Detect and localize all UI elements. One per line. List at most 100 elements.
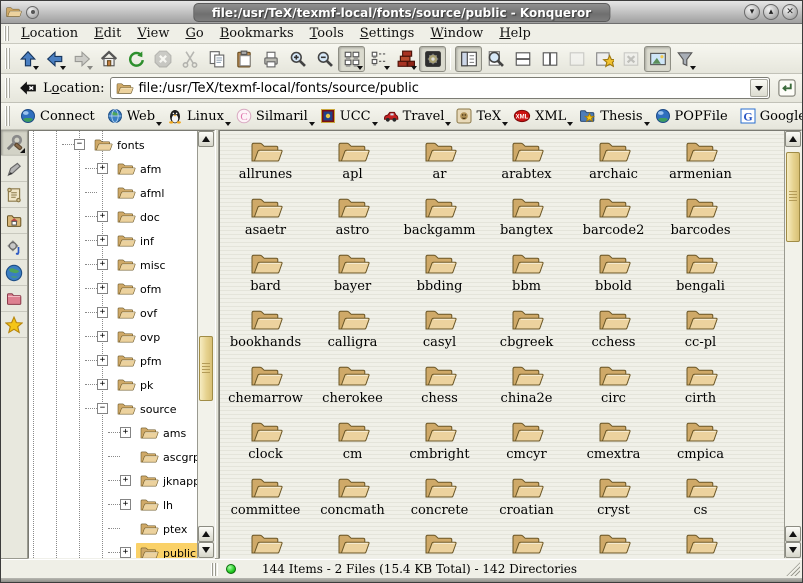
up-button[interactable] (14, 46, 41, 72)
tree-item-content[interactable]: ovp (113, 327, 168, 347)
bookmark-silmaril[interactable]: CSilmaril (230, 106, 314, 126)
folder-chemarrow[interactable]: chemarrow (222, 359, 309, 415)
copy-button[interactable] (203, 46, 230, 72)
configure-panel-tab[interactable] (1, 130, 27, 156)
folder-ar[interactable]: ar (396, 135, 483, 191)
folder-bard[interactable]: bard (222, 247, 309, 303)
tree-item-content[interactable]: ofm (113, 279, 169, 299)
menu-settings[interactable]: Settings (352, 25, 423, 42)
folder-unlabeled[interactable] (309, 527, 396, 559)
expand-expander[interactable]: + (97, 331, 108, 342)
image-gallery-button[interactable] (644, 46, 671, 72)
go-button[interactable] (775, 76, 799, 100)
tree-item-fonts[interactable]: − fonts (29, 133, 196, 157)
run-gear-button[interactable] (419, 46, 446, 72)
expand-expander[interactable]: + (120, 427, 131, 438)
tree-item-afm[interactable]: + afm (29, 157, 196, 181)
clear-location-button[interactable] (14, 75, 41, 101)
folder-cherokee[interactable]: cherokee (309, 359, 396, 415)
zoom-out-button[interactable] (311, 46, 338, 72)
collapse-expander[interactable]: − (97, 403, 108, 414)
tree-item-ofm[interactable]: + ofm (29, 277, 196, 301)
view-scrollbar-thumb[interactable] (786, 152, 800, 242)
bookmark-popfile[interactable]: POPFile (649, 106, 734, 126)
folder-cs[interactable]: cs (657, 471, 744, 527)
folder-bbm[interactable]: bbm (483, 247, 570, 303)
arrow-up-dropdown-arrow[interactable] (33, 66, 39, 70)
menu-bookmarks[interactable]: Bookmarks (212, 25, 302, 42)
history-tab[interactable] (1, 182, 27, 208)
cut-button[interactable] (176, 46, 203, 72)
arrow-right-dropdown-arrow[interactable] (87, 66, 93, 70)
close-button[interactable]: ✕ (782, 4, 798, 20)
tree-item-content[interactable]: public (136, 543, 204, 559)
pin-button[interactable] (26, 6, 39, 19)
zoom-in-button[interactable] (284, 46, 311, 72)
folder-bbding[interactable]: bbding (396, 247, 483, 303)
folder-bayer[interactable]: bayer (309, 247, 396, 303)
tree-scrollbar[interactable] (197, 131, 214, 558)
tree-item-misc[interactable]: + misc (29, 253, 196, 277)
expand-expander[interactable]: + (97, 235, 108, 246)
bookmark-travel[interactable]: Travel (377, 106, 451, 126)
collapse-expander[interactable]: − (74, 139, 85, 150)
tree-item-lh[interactable]: + lh (29, 493, 196, 517)
expand-expander[interactable]: + (97, 211, 108, 222)
folder-unlabeled[interactable] (657, 527, 744, 559)
tree-item-doc[interactable]: + doc (29, 205, 196, 229)
tree-item-content[interactable]: ptex (136, 519, 195, 539)
folder-cmcyr[interactable]: cmcyr (483, 415, 570, 471)
tree-item-content[interactable]: misc (113, 255, 174, 275)
tree-item-pfm[interactable]: + pfm (29, 349, 196, 373)
tree-item-source[interactable]: − source (29, 397, 196, 421)
multicolumn-view-button[interactable] (365, 46, 392, 72)
tree-item-content[interactable]: ovf (113, 303, 165, 323)
folder-cryst[interactable]: cryst (570, 471, 657, 527)
menu-help[interactable]: Help (491, 25, 539, 42)
folder-bangtex[interactable]: bangtex (483, 191, 570, 247)
bookmark-linux[interactable]: Linux (161, 106, 230, 126)
tree-item-content[interactable]: lh (136, 495, 181, 515)
stop-button[interactable] (149, 46, 176, 72)
folder-chess[interactable]: chess (396, 359, 483, 415)
folder-committee[interactable]: committee (222, 471, 309, 527)
bookmarks-toolbar-grip[interactable] (5, 106, 11, 125)
tree-item-content[interactable]: pfm (113, 351, 170, 371)
folder-asaetr[interactable]: asaetr (222, 191, 309, 247)
folder-cirth[interactable]: cirth (657, 359, 744, 415)
tree-item-ovf[interactable]: + ovf (29, 301, 196, 325)
maximize-button[interactable]: ▴ (763, 4, 779, 20)
folder-backgamm[interactable]: backgamm (396, 191, 483, 247)
tree-scrollbar-thumb[interactable] (199, 336, 213, 401)
minimize-button[interactable]: ▾ (744, 4, 760, 20)
arrow-left-dropdown-arrow[interactable] (60, 66, 66, 70)
expand-expander[interactable]: + (120, 547, 131, 558)
menu-window[interactable]: Window (422, 25, 491, 42)
bookmark-connect[interactable]: Connect (14, 106, 101, 126)
tree-item-ovp[interactable]: + ovp (29, 325, 196, 349)
folder-unlabeled[interactable] (396, 527, 483, 559)
folder-clock[interactable]: clock (222, 415, 309, 471)
paste-button[interactable] (230, 46, 257, 72)
back-button[interactable] (41, 46, 68, 72)
tree-item-content[interactable]: fonts (90, 135, 153, 155)
folder-cmextra[interactable]: cmextra (570, 415, 657, 471)
expand-expander[interactable]: + (97, 259, 108, 270)
folder-casyl[interactable]: casyl (396, 303, 483, 359)
bookmark-thesis[interactable]: Thesis (572, 106, 648, 126)
bricks-dropdown-arrow[interactable] (411, 66, 417, 70)
tree-scroll-down-button[interactable] (198, 542, 214, 558)
close-tab-button[interactable] (617, 46, 644, 72)
tree-scroll-up-button[interactable] (198, 131, 214, 147)
network-tab[interactable] (1, 260, 27, 286)
bricks-view-button[interactable] (392, 46, 419, 72)
folder-astro[interactable]: astro (309, 191, 396, 247)
folder-unlabeled[interactable] (570, 527, 657, 559)
icon-view-dropdown-arrow[interactable] (357, 66, 363, 70)
show-navigation-panel-button[interactable] (455, 46, 482, 72)
tree-item-content[interactable]: source (113, 399, 185, 419)
main-toolbar-grip[interactable] (5, 48, 11, 70)
folder-concmath[interactable]: concmath (309, 471, 396, 527)
home-directory-tab[interactable] (1, 208, 27, 234)
split-view-top-bottom-button[interactable] (509, 46, 536, 72)
